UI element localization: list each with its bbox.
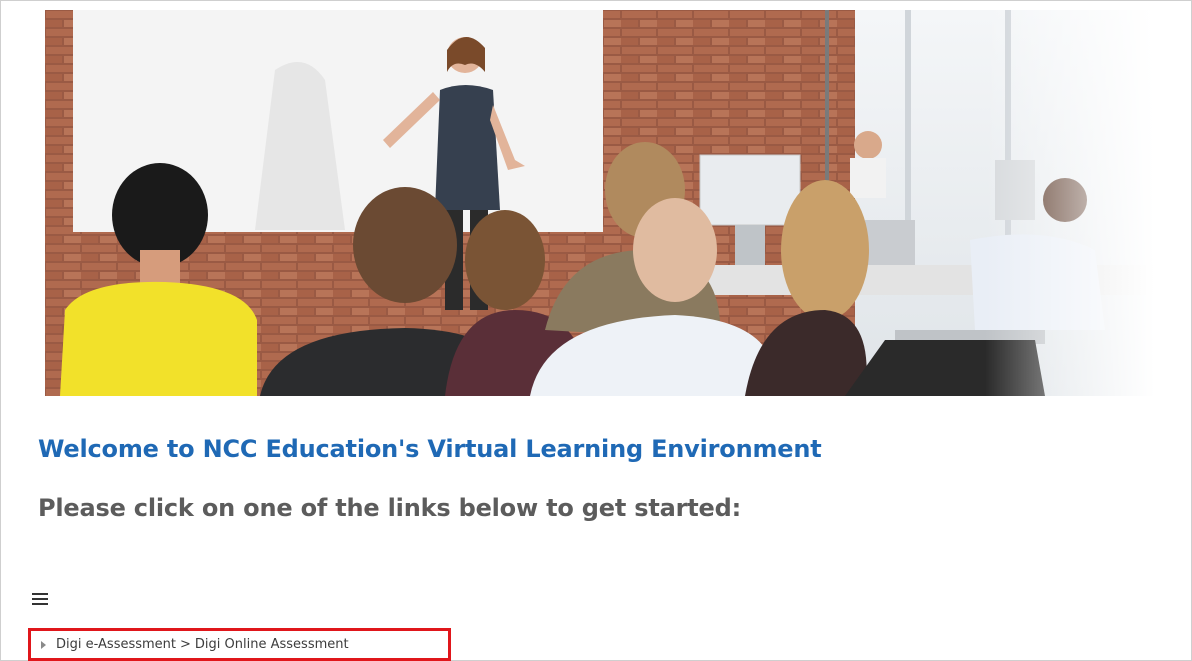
- welcome-title: Welcome to NCC Education's Virtual Learn…: [38, 435, 822, 463]
- instructions-text: Please click on one of the links below t…: [38, 494, 742, 522]
- breadcrumb: Digi e-Assessment > Digi Online Assessme…: [28, 628, 451, 661]
- caret-right-icon[interactable]: [41, 640, 46, 649]
- breadcrumb-separator: >: [180, 637, 191, 652]
- classroom-photo: [45, 10, 1155, 396]
- breadcrumb-trail: Digi e-Assessment > Digi Online Assessme…: [56, 637, 349, 652]
- breadcrumb-item-digi-online-assessment[interactable]: Digi Online Assessment: [195, 637, 349, 652]
- hamburger-icon[interactable]: [32, 592, 50, 608]
- breadcrumb-item-digi-e-assessment[interactable]: Digi e-Assessment: [56, 637, 176, 652]
- page: Welcome to NCC Education's Virtual Learn…: [0, 0, 1192, 661]
- hero-image: [45, 10, 1155, 396]
